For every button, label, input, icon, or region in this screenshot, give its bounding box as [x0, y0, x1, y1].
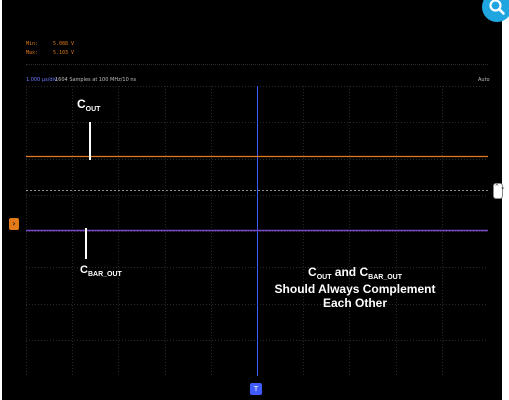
trigger-level-marker[interactable]: ⌃⌄	[493, 183, 506, 199]
note-line-1: COUT and CBAR_OUT	[265, 265, 445, 282]
complement-note: COUT and CBAR_OUT Should Always Compleme…	[265, 265, 445, 310]
channel-offset-marker[interactable]: ›	[9, 218, 19, 230]
note-line-3: Each Other	[322, 296, 388, 310]
cout-annotation-pointer	[89, 122, 91, 160]
measurement-max-value: 5.103 V	[53, 50, 75, 56]
trigger-mode-readout[interactable]: Auto	[478, 77, 490, 83]
note-and-cbar-main: and C	[331, 265, 369, 279]
cbar-label-main: C	[80, 264, 88, 276]
trigger-position-marker[interactable]: T	[250, 383, 262, 395]
sample-info-readout: 1604 Samples at 100 MHz/10 ns	[55, 77, 137, 83]
waveform-plot-area	[26, 86, 488, 376]
oscilloscope-screen: Min: 5.088 V Max: 5.103 V 1.000 µs/div 1…	[0, 0, 509, 400]
note-cbar-sub: BAR_OUT	[368, 274, 402, 281]
measurement-max-label: Max:	[26, 50, 39, 56]
magnifier-icon	[489, 0, 505, 15]
measurement-min-value: 5.088 V	[53, 41, 75, 47]
cout-annotation-label: COUT	[77, 97, 101, 113]
cbar-out-annotation-pointer	[85, 228, 87, 259]
note-cout-sub: OUT	[316, 274, 332, 281]
separator-line	[26, 64, 488, 65]
cout-label-main: C	[77, 97, 86, 111]
note-line-2: Should Always Complement	[274, 282, 436, 296]
measurement-min-label: Min:	[26, 41, 39, 47]
note-cout-main: C	[308, 265, 317, 279]
cbar-out-annotation-label: CBAR_OUT	[80, 264, 122, 278]
cout-label-sub: OUT	[85, 106, 101, 113]
waveform-graticule	[26, 86, 488, 376]
timebase-readout[interactable]: 1.000 µs/div	[26, 77, 57, 83]
cbar-label-sub: BAR_OUT	[87, 271, 122, 278]
